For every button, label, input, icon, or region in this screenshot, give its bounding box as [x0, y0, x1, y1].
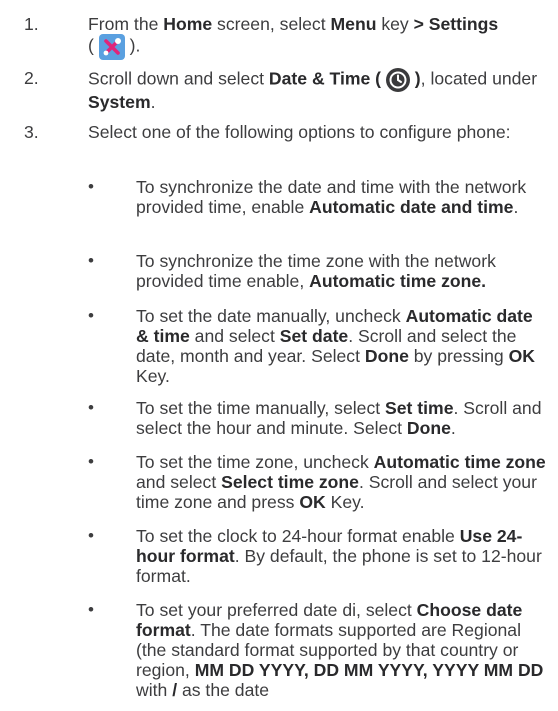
step-number: 2.	[24, 68, 39, 88]
list-item-text: To set the time zone, uncheck Automatic …	[136, 452, 546, 512]
list-item-text: To synchronize the time zone with the ne…	[136, 251, 496, 291]
list-item-text: To set the clock to 24-hour format enabl…	[136, 526, 542, 586]
list-item-text: To set your preferred date di, select Ch…	[136, 600, 544, 700]
bullet-icon: •	[88, 526, 94, 545]
list-item-text: To set the date manually, uncheck Automa…	[136, 306, 535, 386]
step-text: Scroll down and select Date & Time ( ), …	[88, 68, 538, 112]
step-number: 3.	[24, 122, 39, 142]
bullet-icon: •	[88, 177, 94, 196]
clock-icon	[385, 68, 410, 92]
step-number: 1.	[24, 14, 39, 34]
settings-icon	[98, 34, 125, 60]
instruction-page: 1. From the Home screen, select Menu key…	[0, 0, 558, 711]
list-item-text: To set the time manually, select Set tim…	[136, 398, 542, 438]
bullet-icon: •	[88, 251, 94, 270]
bullet-icon: •	[88, 600, 94, 619]
bullet-icon: •	[88, 398, 94, 417]
list-item-text: To synchronize the date and time with th…	[136, 177, 527, 217]
step-text: Select one of the following options to c…	[88, 122, 511, 142]
bullet-icon: •	[88, 452, 94, 471]
bullet-icon: •	[88, 306, 94, 325]
step-text: From the Home screen, select Menu key > …	[88, 14, 543, 60]
